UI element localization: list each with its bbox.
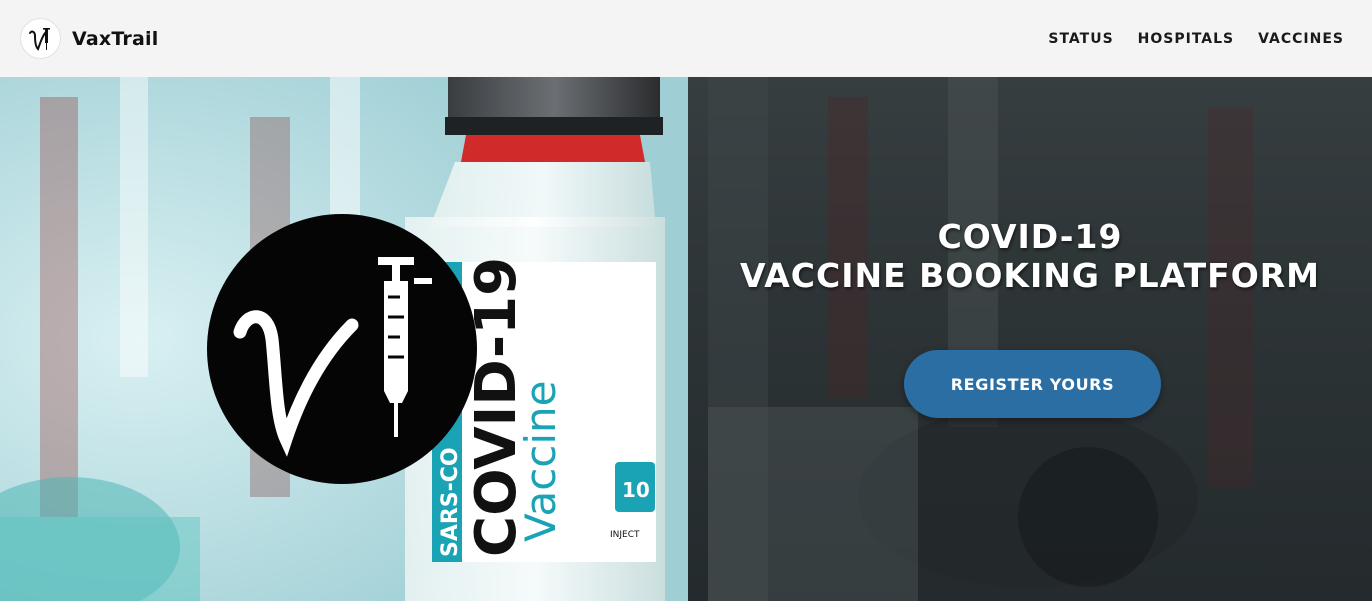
vial-label-subtitle: Vaccine (516, 380, 565, 542)
nav-vaccines[interactable]: VACCINES (1258, 31, 1344, 47)
vaxtrail-logo-icon (207, 214, 477, 484)
brand-name: VaxTrail (72, 27, 159, 50)
vial-illustration: SARS-CO COVID-19 Vaccine 10 INJECT (0, 77, 688, 601)
top-navbar: VaxTrail STATUS HOSPITALS VACCINES (0, 0, 1372, 77)
brand[interactable]: VaxTrail (20, 18, 158, 59)
vaccine-vial-photo: SARS-CO COVID-19 Vaccine 10 INJECT (0, 77, 688, 601)
hero-title-line1: COVID-19 (937, 217, 1123, 256)
vial-label-prefix: SARS-CO (438, 447, 463, 557)
vial-label-note: INJECT (610, 530, 640, 540)
hero-cta-panel: COVID-19 VACCINE BOOKING PLATFORM REGIST… (688, 77, 1372, 601)
vaxtrail-logo-icon (20, 18, 61, 59)
register-button[interactable]: REGISTER YOURS (904, 350, 1161, 418)
hero-title-line2: VACCINE BOOKING PLATFORM (739, 256, 1321, 295)
main-nav: STATUS HOSPITALS VACCINES (1024, 0, 1344, 77)
nav-hospitals[interactable]: HOSPITALS (1138, 31, 1234, 47)
vial-label-dose: 10 (622, 478, 650, 502)
nav-status[interactable]: STATUS (1048, 31, 1113, 47)
hero-section: SARS-CO COVID-19 Vaccine 10 INJECT COVID… (0, 77, 1372, 601)
dark-overlay (688, 77, 1372, 601)
